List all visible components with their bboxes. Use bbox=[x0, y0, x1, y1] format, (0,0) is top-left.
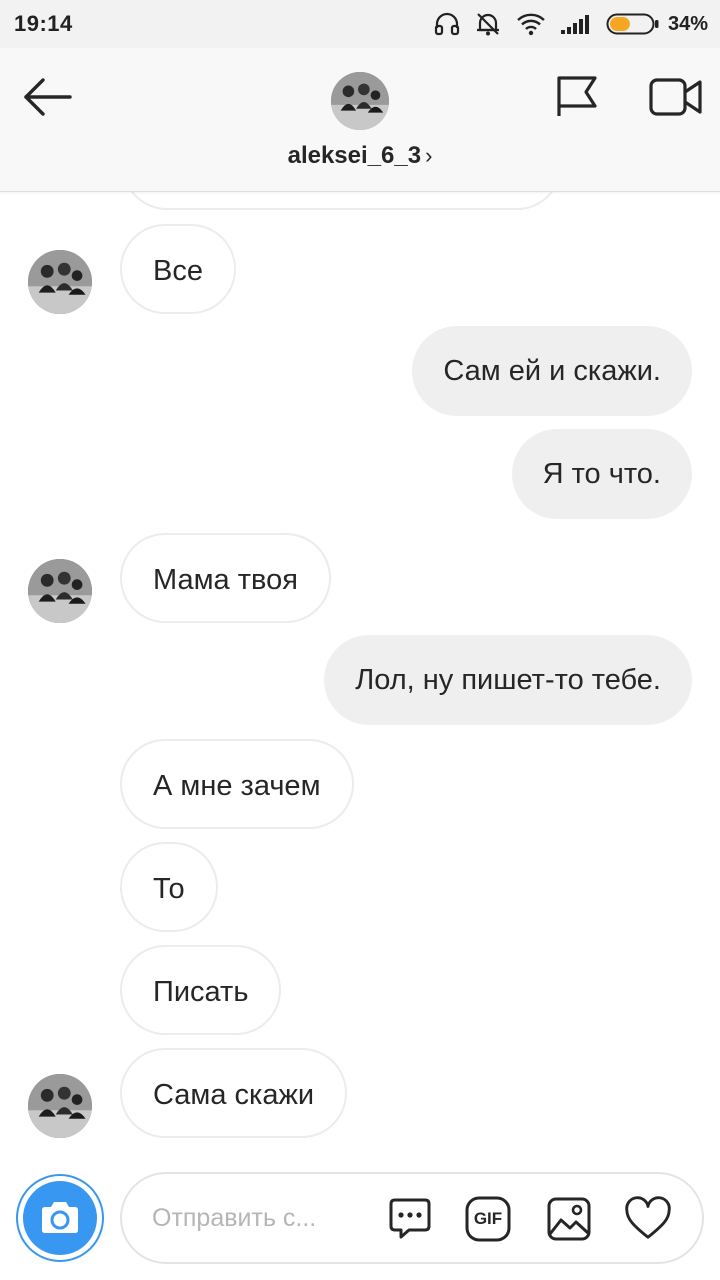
report-flag-button[interactable] bbox=[553, 74, 601, 120]
incoming-message-bubble[interactable]: А мне зачем bbox=[120, 739, 354, 829]
like-button[interactable] bbox=[624, 1195, 672, 1243]
heart-icon bbox=[625, 1196, 671, 1239]
muted-bell-icon bbox=[474, 11, 502, 37]
incoming-message-bubble[interactable]: Сама скажи bbox=[120, 1048, 348, 1138]
chat-header: aleksei_6_3 › bbox=[0, 48, 720, 192]
outgoing-message-bubble[interactable]: Лол, ну пишет-то тебе. bbox=[324, 635, 692, 725]
incoming-message-bubble[interactable]: То bbox=[120, 842, 218, 932]
sender-avatar[interactable] bbox=[28, 559, 92, 623]
status-icons: 34% bbox=[434, 11, 708, 37]
message-input[interactable] bbox=[152, 1174, 352, 1262]
video-call-icon bbox=[649, 78, 702, 116]
chat-bubble-icon bbox=[389, 1198, 431, 1239]
headphones-icon bbox=[434, 12, 460, 36]
battery-icon bbox=[606, 13, 659, 35]
gallery-button[interactable] bbox=[545, 1195, 593, 1243]
battery-indicator: 34% bbox=[606, 12, 708, 36]
camera-button[interactable] bbox=[16, 1174, 104, 1262]
camera-icon bbox=[42, 1202, 78, 1233]
incoming-message-bubble[interactable]: Мама твоя bbox=[120, 533, 331, 623]
back-arrow-icon bbox=[24, 78, 72, 116]
sender-avatar[interactable] bbox=[28, 1074, 92, 1138]
direct-message-screen: 19:14 34% aleksei_6_3 › Все Сам ей и ска… bbox=[0, 0, 720, 1280]
avatar-photo bbox=[331, 72, 389, 130]
quick-reply-button[interactable] bbox=[386, 1195, 434, 1243]
header-avatar[interactable] bbox=[331, 72, 389, 130]
signal-icon bbox=[560, 13, 592, 35]
gif-button[interactable]: GIF bbox=[464, 1195, 512, 1243]
incoming-message-bubble[interactable]: Писать bbox=[120, 945, 282, 1035]
gallery-icon bbox=[547, 1197, 591, 1241]
username: aleksei_6_3 bbox=[287, 142, 422, 169]
wifi-icon bbox=[516, 12, 546, 36]
video-call-button[interactable] bbox=[648, 74, 704, 120]
message-input-container: GIF bbox=[120, 1172, 704, 1264]
chat-title[interactable]: aleksei_6_3 › bbox=[0, 142, 720, 170]
message-thread[interactable]: Все Сам ей и скажи. Я то что. Мама твоя Лол,… bbox=[0, 192, 720, 1162]
status-time: 19:14 bbox=[14, 11, 73, 36]
outgoing-message-bubble[interactable]: Сам ей и скажи. bbox=[412, 326, 692, 416]
battery-fill bbox=[609, 17, 630, 31]
flag-icon bbox=[557, 76, 597, 116]
battery-percent: 34% bbox=[667, 12, 708, 35]
sender-avatar[interactable] bbox=[28, 250, 92, 314]
previous-message-bubble bbox=[122, 192, 562, 210]
status-bar: 19:14 34% bbox=[0, 0, 720, 48]
back-button[interactable] bbox=[18, 74, 78, 120]
message-composer: GIF bbox=[0, 1162, 720, 1280]
outgoing-message-bubble[interactable]: Я то что. bbox=[511, 429, 692, 519]
chevron-right-icon: › bbox=[425, 143, 433, 168]
gif-label: GIF bbox=[473, 1209, 503, 1228]
incoming-message-bubble[interactable]: Все bbox=[120, 224, 236, 314]
